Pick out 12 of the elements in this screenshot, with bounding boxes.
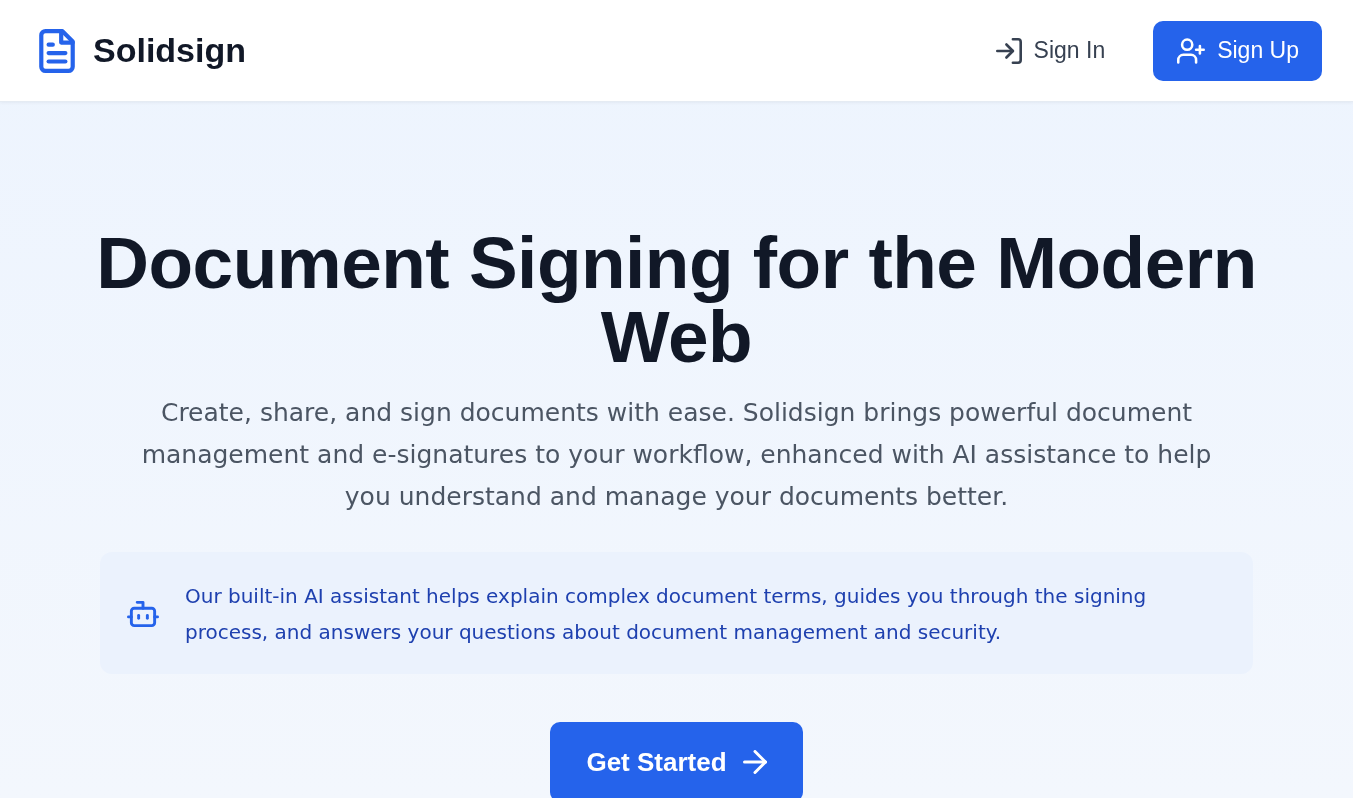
hero-title: Document Signing for the Modern Web	[95, 226, 1258, 374]
sign-in-icon	[995, 37, 1022, 64]
brand-name: Solidsign	[93, 31, 246, 70]
robot-icon	[127, 599, 159, 629]
sign-in-link[interactable]: Sign In	[995, 37, 1106, 64]
sign-up-button[interactable]: Sign Up	[1153, 20, 1322, 81]
hero-description: Create, share, and sign documents with ease. Solidsign brings powerful document management and e-signatures to your workflow, enhanced with AI assistance to help you understand and manage your documents better.	[140, 397, 1213, 513]
get-started-button[interactable]: Get Started	[550, 722, 803, 798]
document-icon	[38, 28, 76, 73]
user-plus-icon	[1177, 37, 1206, 64]
arrow-right-icon	[742, 750, 767, 774]
ai-notice-text: Our built-in AI assistant helps explain complex document terms, guides you through the signing process, and answers your questions about document management and security.	[185, 583, 1148, 646]
